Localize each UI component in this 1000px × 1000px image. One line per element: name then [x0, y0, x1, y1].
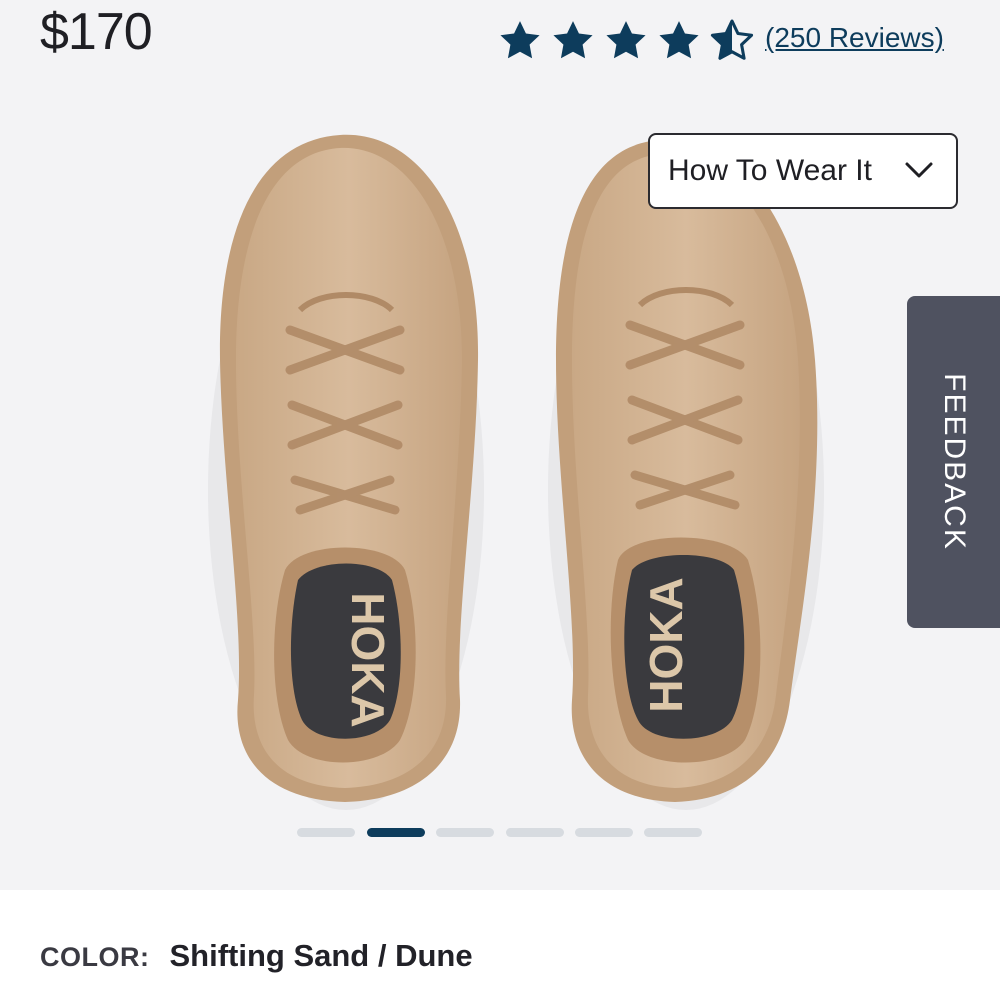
hoka-logo: HOKA	[640, 577, 692, 712]
right-shoe: HOKA	[548, 139, 824, 810]
carousel-dot[interactable]	[575, 828, 633, 837]
reviews-link[interactable]: (250 Reviews)	[765, 22, 944, 54]
star-icon	[659, 21, 699, 59]
carousel-dot-active[interactable]	[367, 828, 425, 837]
half-star-icon	[710, 19, 754, 60]
feedback-tab[interactable]: FEEDBACK	[907, 296, 1000, 628]
left-shoe: HOKA	[208, 134, 484, 810]
carousel-dot[interactable]	[506, 828, 564, 837]
carousel-dot[interactable]	[644, 828, 702, 837]
product-price: $170	[40, 3, 153, 61]
how-to-wear-label: How To Wear It	[668, 154, 872, 187]
chevron-down-icon	[905, 162, 933, 178]
color-value: Shifting Sand / Dune	[169, 938, 473, 973]
feedback-label: FEEDBACK	[937, 373, 971, 551]
star-icon	[500, 21, 540, 59]
hoka-logo: HOKA	[342, 592, 394, 727]
carousel-dot[interactable]	[436, 828, 494, 837]
star-icon	[553, 21, 593, 59]
how-to-wear-button[interactable]: How To Wear It	[648, 133, 958, 209]
carousel-dot[interactable]	[297, 828, 355, 837]
product-gallery: $170 (250 Reviews) HOKA HOKA How To Wear…	[0, 0, 1000, 890]
color-label: COLOR:	[40, 942, 150, 972]
color-selector: COLOR: Shifting Sand / Dune	[40, 938, 473, 974]
product-image[interactable]: HOKA HOKA	[0, 100, 1000, 830]
star-icon	[606, 21, 646, 59]
